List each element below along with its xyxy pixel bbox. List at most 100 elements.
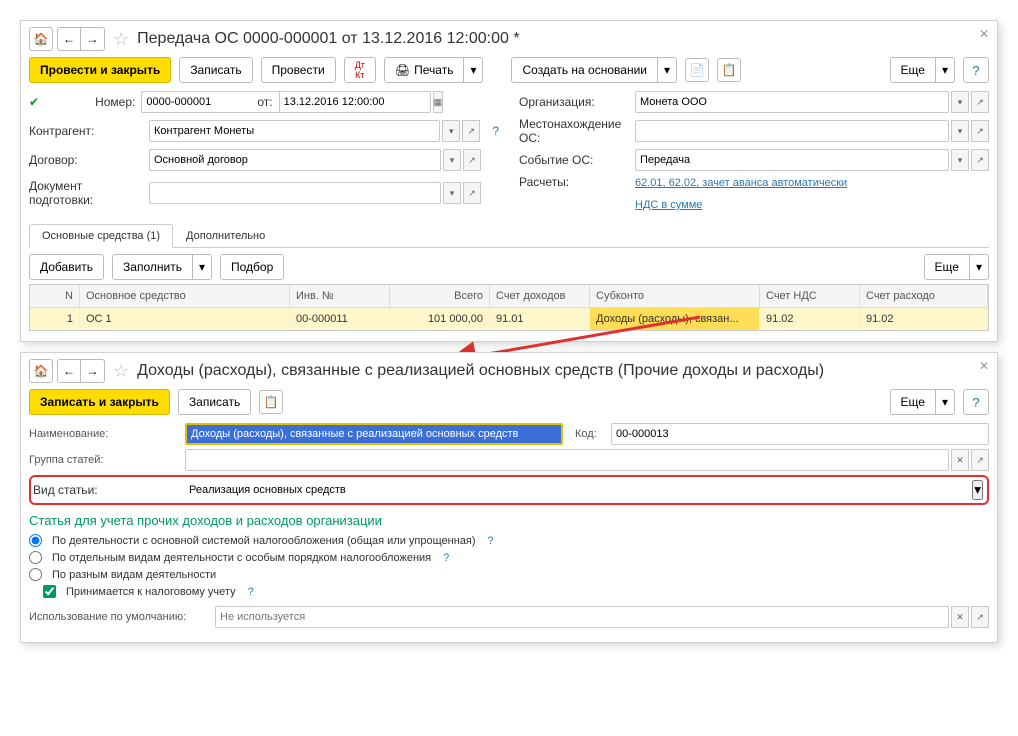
select-button[interactable]: Подбор bbox=[220, 254, 284, 280]
table-more-button[interactable]: Еще bbox=[924, 254, 970, 280]
write-button[interactable]: Записать bbox=[178, 389, 251, 415]
org-label: Организация: bbox=[519, 95, 629, 109]
date-field[interactable] bbox=[279, 91, 431, 113]
dropdown-icon[interactable]: ▾ bbox=[443, 149, 461, 171]
type-label: Вид статьи: bbox=[33, 483, 179, 497]
write-button[interactable]: Записать bbox=[179, 57, 252, 83]
contragent-label: Контрагент: bbox=[29, 124, 143, 138]
col-n: N bbox=[30, 285, 80, 307]
col-exp: Счет расходо bbox=[860, 285, 988, 307]
open-icon[interactable]: ↗ bbox=[971, 606, 989, 628]
dropdown-icon[interactable]: ▾ bbox=[442, 120, 460, 142]
print-button[interactable]: 🖨 Печать bbox=[384, 57, 465, 83]
prepdoc-field[interactable] bbox=[149, 182, 441, 204]
os-table: N Основное средство Инв. № Всего Счет до… bbox=[29, 284, 989, 331]
open-icon[interactable]: ↗ bbox=[971, 120, 989, 142]
group-label: Группа статей: bbox=[29, 454, 179, 466]
catalog-panel: ✕ 🏠 ← → ☆ Доходы (расходы), связанные с … bbox=[20, 352, 998, 643]
clear-icon[interactable]: ✕ bbox=[951, 449, 969, 471]
tax-accepted-checkbox[interactable] bbox=[43, 585, 56, 598]
back-button[interactable]: ← bbox=[57, 359, 81, 383]
create-based-button[interactable]: Создать на основании bbox=[511, 57, 658, 83]
usage-label: Использование по умолчанию: bbox=[29, 611, 209, 623]
code-label: Код: bbox=[575, 428, 605, 440]
document-panel: ✕ 🏠 ← → ☆ Передача ОС 0000-000001 от 13.… bbox=[20, 20, 998, 342]
radio-various[interactable] bbox=[29, 568, 42, 581]
dropdown-icon[interactable]: ▾ bbox=[972, 480, 983, 500]
print-dropdown[interactable]: ▾ bbox=[464, 57, 483, 83]
tab-extra[interactable]: Дополнительно bbox=[173, 224, 278, 248]
col-acc: Счет доходов bbox=[490, 285, 590, 307]
help-icon[interactable]: ? bbox=[443, 552, 449, 564]
add-button[interactable]: Добавить bbox=[29, 254, 104, 280]
open-icon[interactable]: ↗ bbox=[971, 449, 989, 471]
dt-kt-button[interactable]: ДтКт bbox=[344, 57, 376, 83]
open-icon[interactable]: ↗ bbox=[462, 120, 480, 142]
col-inv: Инв. № bbox=[290, 285, 390, 307]
dropdown-icon[interactable]: ▾ bbox=[443, 182, 461, 204]
list-icon[interactable]: 📋 bbox=[259, 390, 283, 414]
help-icon[interactable]: ? bbox=[492, 124, 499, 138]
favorite-icon[interactable]: ☆ bbox=[113, 29, 129, 50]
post-button[interactable]: Провести bbox=[261, 57, 336, 83]
prepdoc-label: Документ подготовки: bbox=[29, 179, 143, 207]
nds-link[interactable]: НДС в сумме bbox=[635, 199, 702, 211]
home-button[interactable]: 🏠 bbox=[29, 359, 53, 383]
contragent-field[interactable] bbox=[149, 120, 440, 142]
more-dropdown[interactable]: ▾ bbox=[936, 389, 955, 415]
open-icon[interactable]: ↗ bbox=[971, 149, 989, 171]
list-icon[interactable]: 📋 bbox=[717, 58, 741, 82]
col-total: Всего bbox=[390, 285, 490, 307]
radio-main-tax[interactable] bbox=[29, 534, 42, 547]
calc-label: Расчеты: bbox=[519, 175, 629, 189]
name-field[interactable] bbox=[185, 423, 563, 445]
name-label: Наименование: bbox=[29, 428, 179, 440]
post-and-close-button[interactable]: Провести и закрыть bbox=[29, 57, 171, 83]
back-button[interactable]: ← bbox=[57, 27, 81, 51]
favorite-icon[interactable]: ☆ bbox=[113, 361, 129, 382]
more-button[interactable]: Еще bbox=[890, 389, 936, 415]
fill-dropdown[interactable]: ▾ bbox=[193, 254, 212, 280]
open-icon[interactable]: ↗ bbox=[463, 182, 481, 204]
help-icon[interactable]: ? bbox=[248, 586, 254, 598]
clear-icon[interactable]: ✕ bbox=[951, 606, 969, 628]
contract-field[interactable] bbox=[149, 149, 441, 171]
posted-icon: ✔ bbox=[29, 95, 39, 109]
open-icon[interactable]: ↗ bbox=[971, 91, 989, 113]
table-more-dropdown[interactable]: ▾ bbox=[970, 254, 989, 280]
dropdown-icon[interactable]: ▾ bbox=[951, 91, 969, 113]
home-button[interactable]: 🏠 bbox=[29, 27, 53, 51]
forward-button[interactable]: → bbox=[81, 27, 105, 51]
calc-link[interactable]: 62.01, 62.02, зачет аванса автоматически bbox=[635, 177, 847, 189]
forward-button[interactable]: → bbox=[81, 359, 105, 383]
more-dropdown[interactable]: ▾ bbox=[936, 57, 955, 83]
group-field[interactable] bbox=[185, 449, 949, 471]
page-title: Передача ОС 0000-000001 от 13.12.2016 12… bbox=[137, 30, 519, 48]
col-nds: Счет НДС bbox=[760, 285, 860, 307]
close-icon[interactable]: ✕ bbox=[979, 27, 989, 41]
dropdown-icon[interactable]: ▾ bbox=[951, 149, 969, 171]
code-field[interactable] bbox=[611, 423, 989, 445]
open-icon[interactable]: ↗ bbox=[463, 149, 481, 171]
location-field[interactable] bbox=[635, 120, 949, 142]
attachment-icon[interactable]: 📄 bbox=[685, 58, 709, 82]
org-field[interactable] bbox=[635, 91, 949, 113]
help-button[interactable]: ? bbox=[963, 389, 989, 415]
more-button[interactable]: Еще bbox=[890, 57, 936, 83]
create-based-dropdown[interactable]: ▾ bbox=[658, 57, 677, 83]
type-field[interactable] bbox=[185, 479, 966, 501]
event-field[interactable] bbox=[635, 149, 949, 171]
tab-main[interactable]: Основные средства (1) bbox=[29, 224, 173, 248]
save-and-close-button[interactable]: Записать и закрыть bbox=[29, 389, 170, 415]
help-icon[interactable]: ? bbox=[488, 535, 494, 547]
subconto-cell[interactable]: Доходы (расходы), связан... bbox=[590, 308, 760, 330]
radio-special-tax[interactable] bbox=[29, 551, 42, 564]
fill-button[interactable]: Заполнить bbox=[112, 254, 193, 280]
from-label: от: bbox=[257, 95, 272, 109]
usage-field[interactable] bbox=[215, 606, 949, 628]
dropdown-icon[interactable]: ▾ bbox=[951, 120, 969, 142]
calendar-icon[interactable]: ▦ bbox=[433, 91, 444, 113]
table-row[interactable]: 1 ОС 1 00-000011 101 000,00 91.01 Доходы… bbox=[30, 308, 988, 330]
help-button[interactable]: ? bbox=[963, 57, 989, 83]
close-icon[interactable]: ✕ bbox=[979, 359, 989, 373]
